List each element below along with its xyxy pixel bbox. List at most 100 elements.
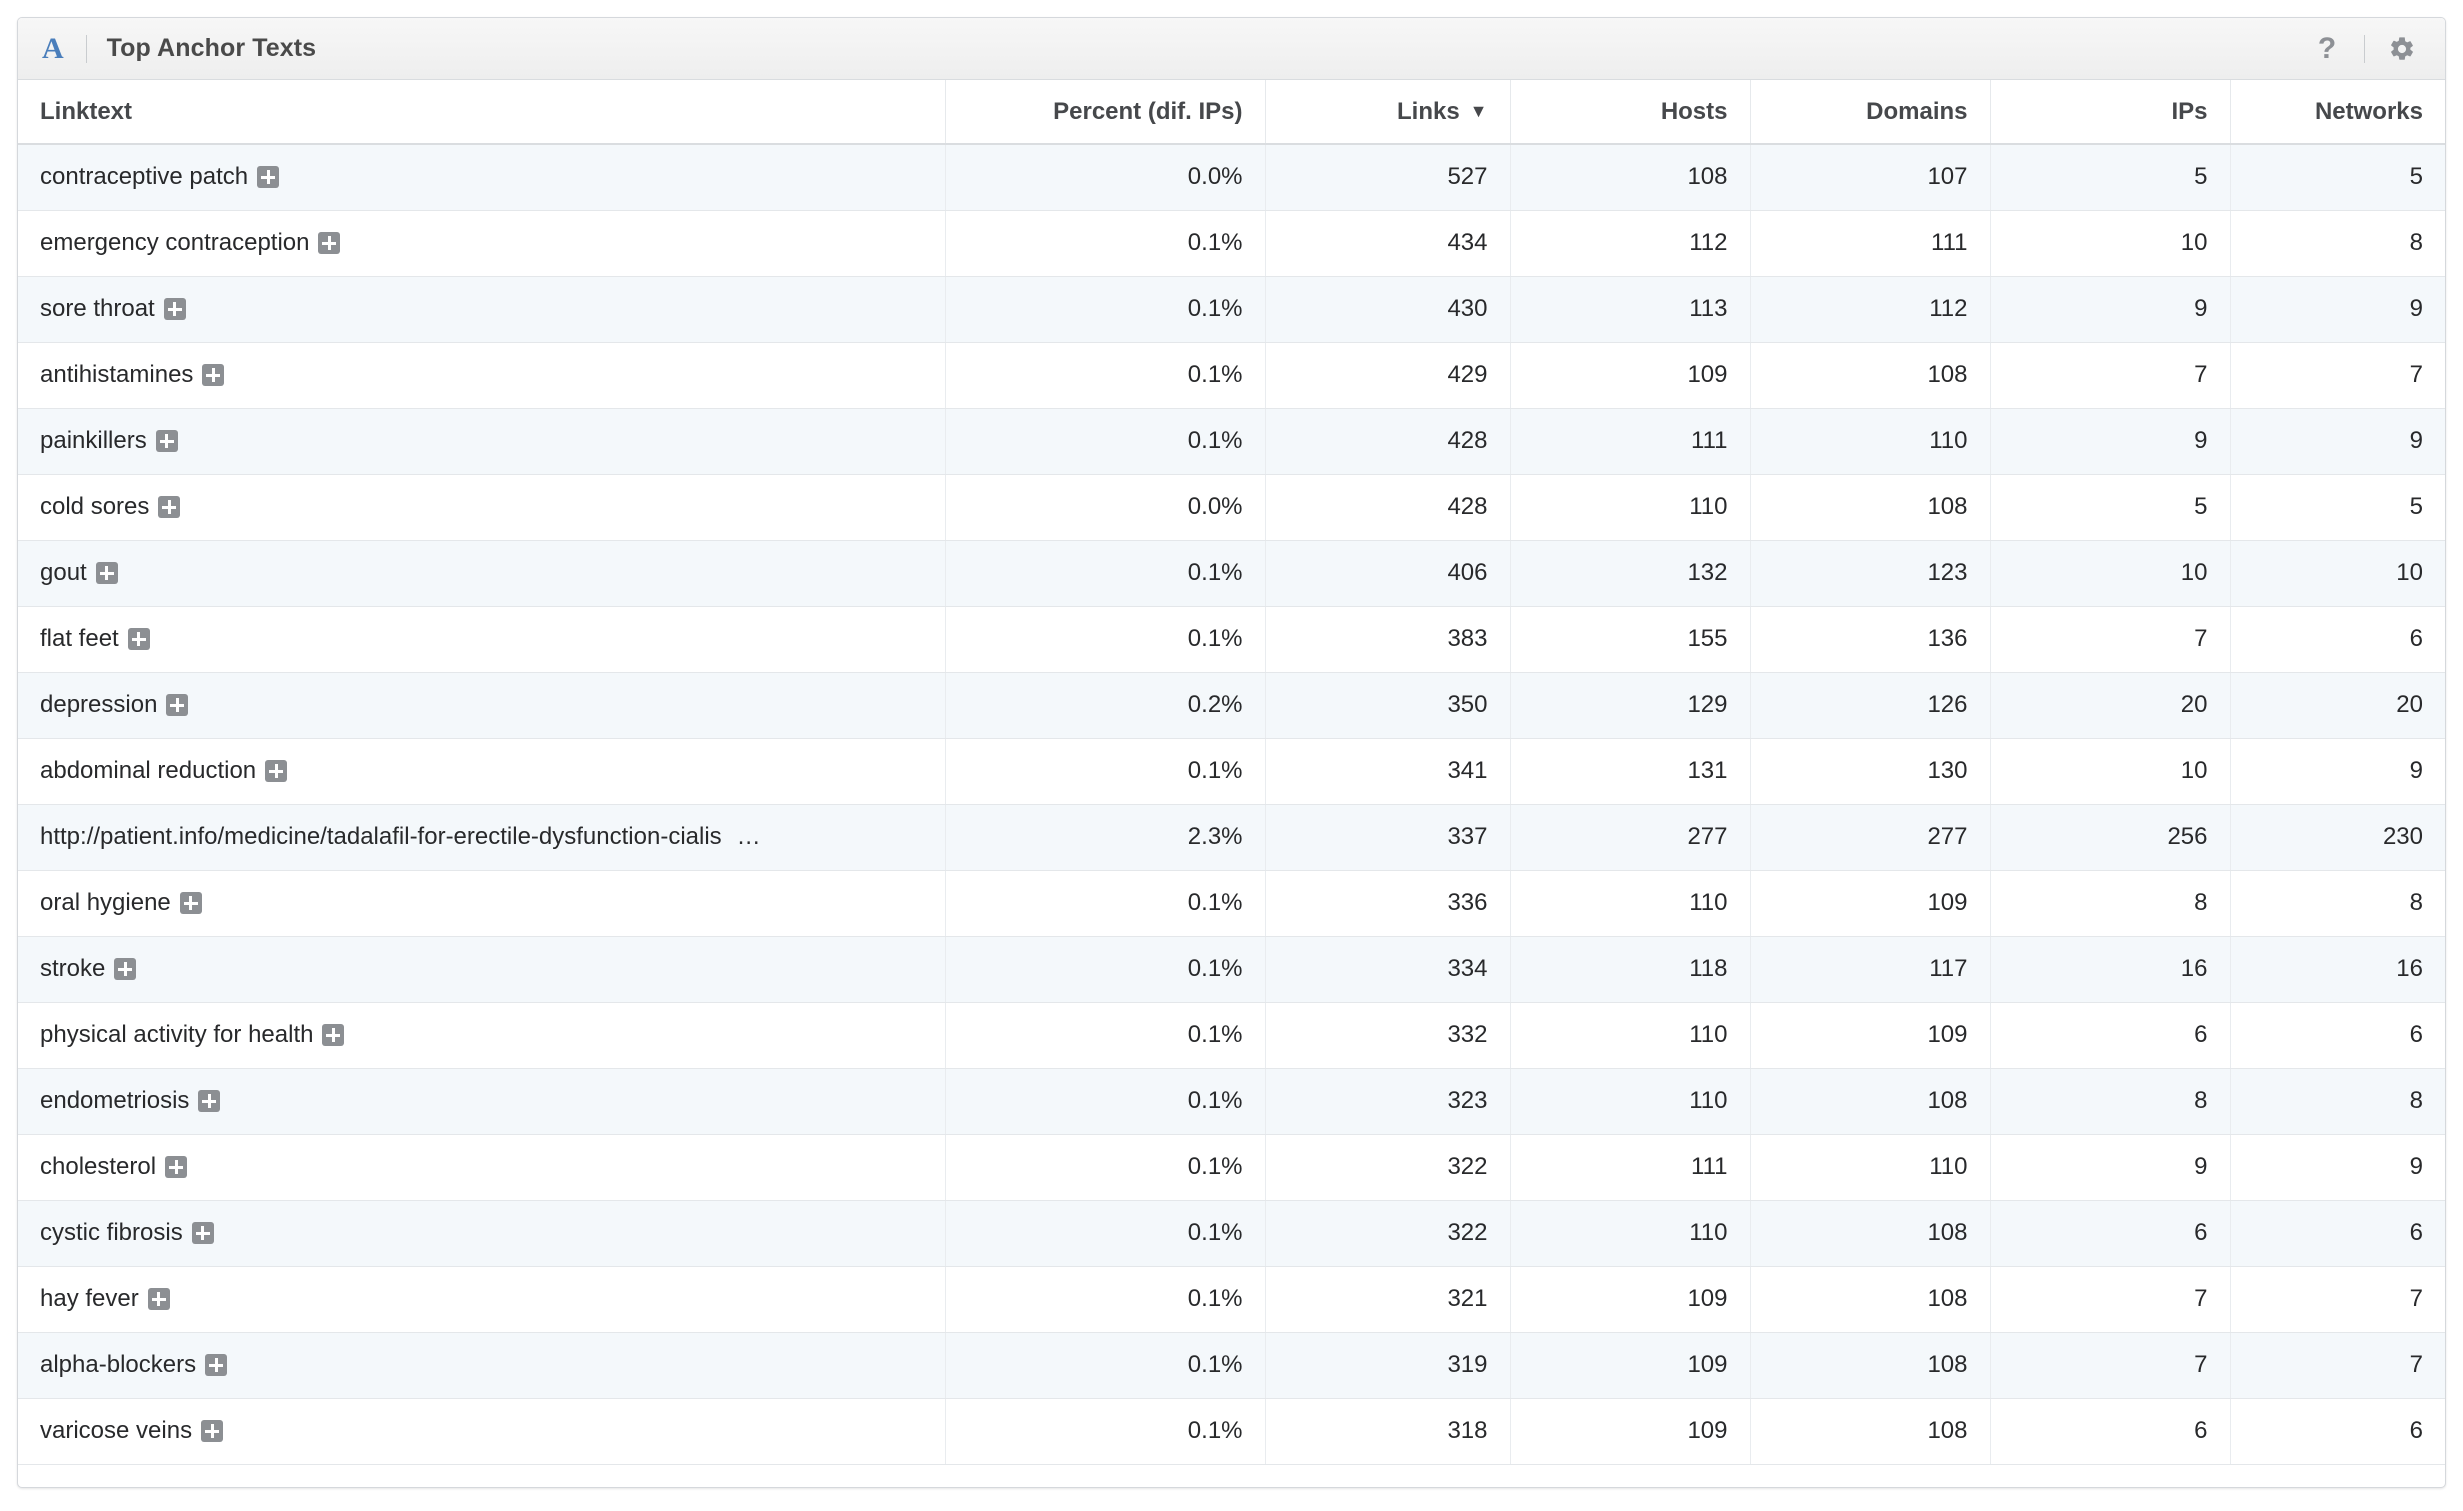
table-row[interactable]: cystic fibrosis 0.1% 322 110 108 6 6 — [18, 1200, 2445, 1267]
cell-linktext: oral hygiene — [18, 870, 946, 937]
table-row[interactable]: varicose veins 0.1% 318 109 108 6 6 — [18, 1398, 2445, 1465]
linktext-label: hay fever — [40, 1285, 139, 1312]
linktext-label: http://patient.info/medicine/tadalafil-f… — [40, 823, 722, 850]
expand-row-plus-icon[interactable] — [147, 1288, 170, 1310]
cell-links: 319 — [1265, 1332, 1511, 1399]
question-mark-icon[interactable]: ? — [2310, 33, 2344, 64]
column-header-domains[interactable]: Domains — [1750, 80, 1991, 145]
linktext-label: antihistamines — [40, 361, 194, 388]
column-header-networks-label: Networks — [2314, 97, 2423, 125]
cell-hosts: 110 — [1510, 1068, 1751, 1135]
cell-linktext: sore throat — [18, 276, 946, 343]
column-header-hosts[interactable]: Hosts — [1510, 80, 1751, 145]
table-row[interactable]: oral hygiene 0.1% 336 110 109 8 8 — [18, 870, 2445, 937]
table-row[interactable]: emergency contraception 0.1% 434 112 111 10 8 — [18, 210, 2445, 277]
linktext-wrapper: varicose veins — [40, 1417, 224, 1445]
cell-percent: 0.0% — [945, 474, 1266, 541]
linktext-wrapper: oral hygiene — [40, 889, 202, 917]
table-row[interactable]: alpha-blockers 0.1% 319 109 108 7 7 — [18, 1332, 2445, 1399]
column-header-links[interactable]: Links ▼ — [1265, 80, 1511, 145]
cell-ips: 20 — [1990, 672, 2231, 739]
table-row[interactable]: contraceptive patch 0.0% 527 108 107 5 5 — [18, 144, 2445, 211]
expand-row-plus-icon[interactable] — [191, 1222, 214, 1244]
table-row[interactable]: antihistamines 0.1% 429 109 108 7 7 — [18, 342, 2445, 409]
table-row[interactable]: cholesterol 0.1% 322 111 110 9 9 — [18, 1134, 2445, 1201]
expand-row-plus-icon[interactable] — [163, 298, 186, 320]
page-title: Top Anchor Texts — [106, 34, 317, 62]
cell-hosts: 109 — [1510, 342, 1751, 409]
expand-row-plus-icon[interactable] — [205, 1354, 228, 1376]
column-header-ips[interactable]: IPs — [1990, 80, 2231, 145]
expand-row-plus-icon[interactable] — [265, 760, 288, 782]
linktext-label: depression — [40, 691, 158, 718]
linktext-wrapper: http://patient.info/medicine/tadalafil-f… — [40, 823, 761, 851]
table-row[interactable]: endometriosis 0.1% 323 110 108 8 8 — [18, 1068, 2445, 1135]
cell-ips: 5 — [1990, 474, 2231, 541]
table-row[interactable]: abdominal reduction 0.1% 341 131 130 10 9 — [18, 738, 2445, 805]
linktext-wrapper: stroke — [40, 955, 137, 983]
expand-row-plus-icon[interactable] — [114, 958, 137, 980]
cell-domains: 108 — [1750, 342, 1991, 409]
cell-domains: 108 — [1750, 1332, 1991, 1399]
expand-row-plus-icon[interactable] — [318, 232, 341, 254]
cell-ips: 6 — [1990, 1200, 2231, 1267]
column-header-percent[interactable]: Percent (dif. IPs) — [945, 80, 1266, 145]
cell-networks: 7 — [2230, 342, 2445, 409]
expand-row-plus-icon[interactable] — [165, 1156, 188, 1178]
cell-domains: 109 — [1750, 870, 1991, 937]
expand-row-plus-icon[interactable] — [158, 496, 181, 518]
cell-domains: 126 — [1750, 672, 1991, 739]
cell-percent: 0.1% — [945, 936, 1266, 1003]
cell-linktext: stroke — [18, 936, 946, 1003]
table-row[interactable]: flat feet 0.1% 383 155 136 7 6 — [18, 606, 2445, 673]
cell-networks: 8 — [2230, 210, 2445, 277]
expand-row-plus-icon[interactable] — [201, 1420, 224, 1442]
expand-row-plus-icon[interactable] — [179, 892, 202, 914]
cell-networks: 5 — [2230, 144, 2445, 211]
cell-networks: 7 — [2230, 1266, 2445, 1333]
anchor-texts-table: Linktext Percent (dif. IPs) Links ▼ Hosts… — [18, 80, 2445, 1465]
expand-row-plus-icon[interactable] — [95, 562, 118, 584]
cell-linktext: emergency contraception — [18, 210, 946, 277]
column-header-hosts-label: Hosts — [1660, 97, 1728, 125]
table-row[interactable]: depression 0.2% 350 129 126 20 20 — [18, 672, 2445, 739]
expand-row-plus-icon[interactable] — [322, 1024, 345, 1046]
cell-linktext: cold sores — [18, 474, 946, 541]
cell-domains: 111 — [1750, 210, 1991, 277]
cell-domains: 110 — [1750, 408, 1991, 475]
cell-domains: 109 — [1750, 1002, 1991, 1069]
linktext-wrapper: endometriosis — [40, 1087, 221, 1115]
cell-networks: 8 — [2230, 870, 2445, 937]
gear-icon[interactable] — [2385, 35, 2419, 63]
cell-ips: 6 — [1990, 1002, 2231, 1069]
table-row[interactable]: cold sores 0.0% 428 110 108 5 5 — [18, 474, 2445, 541]
cell-links: 350 — [1265, 672, 1511, 739]
cell-hosts: 132 — [1510, 540, 1751, 607]
table-row[interactable]: gout 0.1% 406 132 123 10 10 — [18, 540, 2445, 607]
table-row[interactable]: stroke 0.1% 334 118 117 16 16 — [18, 936, 2445, 1003]
expand-row-plus-icon[interactable] — [155, 430, 178, 452]
cell-percent: 2.3% — [945, 804, 1266, 871]
cell-hosts: 131 — [1510, 738, 1751, 805]
expand-row-plus-icon[interactable] — [127, 628, 150, 650]
expand-row-plus-icon[interactable] — [198, 1090, 221, 1112]
cell-ips: 6 — [1990, 1398, 2231, 1465]
cell-links: 321 — [1265, 1266, 1511, 1333]
table-row[interactable]: http://patient.info/medicine/tadalafil-f… — [18, 804, 2445, 871]
expand-row-plus-icon[interactable] — [166, 694, 189, 716]
cell-percent: 0.1% — [945, 738, 1266, 805]
panel-titlebar: A Top Anchor Texts ? — [18, 18, 2445, 80]
cell-domains: 108 — [1750, 1200, 1991, 1267]
linktext-label: cold sores — [40, 493, 150, 520]
expand-row-plus-icon[interactable] — [202, 364, 225, 386]
column-header-linktext[interactable]: Linktext — [18, 80, 946, 145]
table-row[interactable]: sore throat 0.1% 430 113 112 9 9 — [18, 276, 2445, 343]
expand-row-plus-icon[interactable] — [257, 166, 280, 189]
column-header-networks[interactable]: Networks — [2230, 80, 2445, 145]
table-row[interactable]: hay fever 0.1% 321 109 108 7 7 — [18, 1266, 2445, 1333]
table-row[interactable]: physical activity for health 0.1% 332 110 10… — [18, 1002, 2445, 1069]
cell-networks: 6 — [2230, 1200, 2445, 1267]
cell-networks: 6 — [2230, 1002, 2445, 1069]
linktext-wrapper: sore throat — [40, 295, 186, 323]
table-row[interactable]: painkillers 0.1% 428 111 110 9 9 — [18, 408, 2445, 475]
